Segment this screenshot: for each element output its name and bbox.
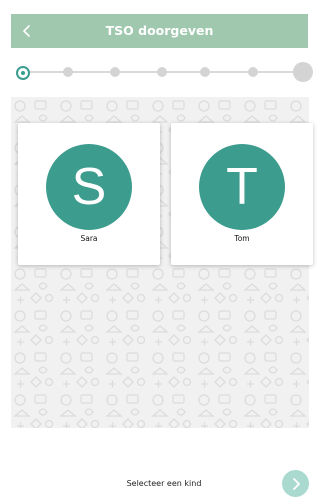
child-card-sara[interactable]: S Sara [18, 123, 160, 265]
child-name: Sara [80, 234, 98, 243]
step-3-dot[interactable] [110, 67, 120, 77]
step-7-dot[interactable] [293, 62, 313, 82]
step-1-dot[interactable] [16, 66, 30, 80]
chevron-left-icon [23, 25, 30, 37]
back-button[interactable] [13, 14, 41, 48]
progress-stepper [11, 52, 313, 90]
app-header: TSO doorgeven [11, 14, 308, 48]
avatar: S [46, 144, 132, 230]
next-button[interactable] [282, 470, 309, 497]
avatar: T [199, 144, 285, 230]
step-4-dot[interactable] [157, 67, 167, 77]
instruction-text: Selecteer een kind [126, 479, 202, 488]
chevron-right-icon [292, 477, 300, 490]
step-6-dot[interactable] [248, 67, 258, 77]
child-card-tom[interactable]: T Tom [171, 123, 313, 265]
step-2-dot[interactable] [63, 67, 73, 77]
child-name: Tom [234, 234, 250, 243]
step-5-dot[interactable] [200, 67, 210, 77]
page-title: TSO doorgeven [105, 23, 214, 38]
